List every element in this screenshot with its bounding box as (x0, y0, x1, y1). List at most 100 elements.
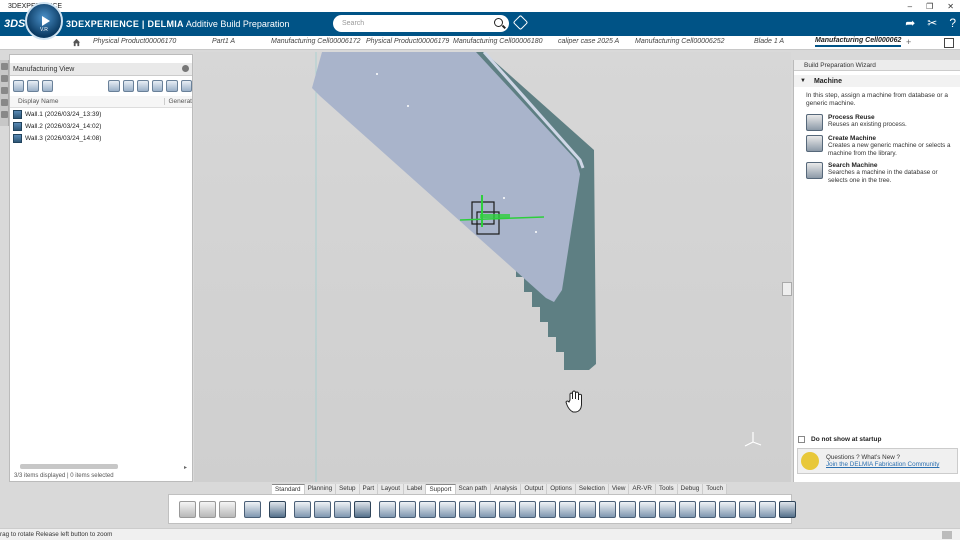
export-icon[interactable] (180, 80, 192, 92)
column-display-name[interactable]: Display Name (10, 98, 165, 105)
support-lattice-icon[interactable] (519, 500, 536, 518)
tab-blade[interactable]: Blade 1 A (754, 38, 784, 45)
cmd-tab-standard[interactable]: Standard (272, 484, 305, 494)
cmd-tab-selection[interactable]: Selection (575, 484, 609, 494)
support-bar-icon[interactable] (539, 500, 556, 518)
tab-manufacturing-cell-active[interactable]: Manufacturing Cell000062 (815, 37, 902, 47)
support-block-icon[interactable] (399, 500, 416, 518)
render-icon[interactable] (314, 500, 331, 518)
support-thickness-icon[interactable] (739, 500, 756, 518)
support-analysis-icon[interactable] (759, 500, 776, 518)
strip-tool-icon[interactable] (1, 75, 8, 82)
support-contour-icon[interactable] (499, 500, 516, 518)
tab-manufacturing-cell-6172[interactable]: Manufacturing Cell00006172 (271, 38, 361, 45)
strip-tool-icon[interactable] (1, 111, 8, 118)
copy-icon[interactable] (199, 500, 216, 518)
cmd-tab-output[interactable]: Output (521, 484, 548, 494)
cmd-tab-scan-path[interactable]: Scan path (455, 484, 491, 494)
settings-icon[interactable] (41, 80, 54, 92)
support-mesh-icon[interactable] (679, 500, 696, 518)
panel-toggle-icon[interactable] (782, 282, 792, 296)
cmd-tab-ar-vr[interactable]: AR-VR (629, 484, 656, 494)
strip-tool-icon[interactable] (1, 99, 8, 106)
strip-tool-icon[interactable] (1, 63, 8, 70)
wizard-section-machine[interactable]: ▼ Machine (794, 75, 960, 87)
close-icon[interactable]: ✕ (947, 2, 954, 11)
help-icon[interactable]: ? (949, 16, 956, 30)
minimize-icon[interactable]: – (908, 2, 912, 11)
cmd-tab-analysis[interactable]: Analysis (490, 484, 522, 494)
add-tab-icon[interactable]: + (906, 37, 911, 47)
properties-icon[interactable] (354, 500, 371, 518)
cmd-tab-planning[interactable]: Planning (304, 484, 337, 494)
cmd-tab-setup[interactable]: Setup (336, 484, 360, 494)
filter-icon[interactable] (137, 80, 149, 92)
cmd-tab-options[interactable]: Options (547, 484, 576, 494)
fullscreen-icon[interactable] (944, 38, 954, 48)
cut-icon[interactable] (179, 500, 196, 518)
list-item[interactable]: Wall.2 (2026/03/24_14:02) (10, 120, 192, 132)
create-machine-option[interactable]: Create Machine Creates a new generic mach… (806, 135, 952, 158)
support-grid-icon[interactable] (599, 500, 616, 518)
support-cone-icon[interactable] (439, 500, 456, 518)
support-icon[interactable] (379, 500, 396, 518)
gear-icon[interactable] (166, 80, 178, 92)
checkbox-icon[interactable] (798, 436, 805, 443)
view-icon[interactable] (294, 500, 311, 518)
search-icon[interactable] (494, 18, 503, 27)
support-line-icon[interactable] (419, 500, 436, 518)
community-link[interactable]: Join the DELMIA Fabrication Community (826, 461, 939, 468)
tab-manufacturing-cell-6180[interactable]: Manufacturing Cell00006180 (453, 38, 543, 45)
cmd-tab-label[interactable]: Label (404, 484, 427, 494)
dont-show-checkbox[interactable]: Do not show at startup (798, 436, 881, 443)
tag-icon[interactable] (512, 14, 529, 31)
cmd-tab-part[interactable]: Part (359, 484, 379, 494)
table-icon[interactable] (27, 80, 39, 92)
paste-icon[interactable] (219, 500, 236, 518)
zoom-icon[interactable] (269, 500, 286, 518)
home-icon[interactable] (72, 38, 81, 47)
expand-icon[interactable] (151, 80, 164, 92)
support-check-icon[interactable] (719, 500, 736, 518)
horizontal-scrollbar[interactable] (20, 464, 118, 469)
support-copy-icon[interactable] (659, 500, 676, 518)
process-reuse-option[interactable]: Process Reuse Reuses an existing process. (806, 114, 952, 131)
search-icon[interactable] (122, 80, 135, 92)
support-volume-icon[interactable] (459, 500, 476, 518)
list-item[interactable]: Wall.3 (2026/03/24_14:08) (10, 132, 192, 144)
tab-physical-product-6179[interactable]: Physical Product00006179 (366, 38, 449, 45)
support-angle-icon[interactable] (699, 500, 716, 518)
column-generated[interactable]: Generat (165, 98, 193, 105)
tree-icon[interactable] (13, 80, 25, 92)
compass-icon[interactable]: V.R (25, 2, 63, 40)
cmd-tab-view[interactable]: View (608, 484, 630, 494)
scroll-right-icon[interactable]: ▸ (184, 464, 187, 471)
restore-icon[interactable]: ❐ (926, 2, 933, 11)
tools-icon[interactable]: ✂ (927, 16, 937, 30)
cmd-tab-support[interactable]: Support (426, 484, 456, 494)
support-frame-icon[interactable] (639, 500, 656, 518)
cmd-tab-debug[interactable]: Debug (677, 484, 704, 494)
search-field[interactable]: Search (333, 15, 509, 32)
3d-viewport[interactable] (194, 52, 791, 482)
share-icon[interactable]: ➦ (905, 16, 915, 30)
support-cube-icon[interactable] (579, 500, 596, 518)
list-item[interactable]: Wall.1 (2026/03/24_13:39) (10, 108, 192, 120)
strip-tool-icon[interactable] (1, 87, 8, 94)
search-machine-option[interactable]: Search Machine Searches a machine in the … (806, 162, 952, 185)
support-tree-icon[interactable] (559, 500, 576, 518)
gear-icon[interactable] (182, 65, 189, 72)
tab-physical-product-6170[interactable]: Physical Product00006170 (93, 38, 176, 45)
list-icon[interactable] (108, 80, 120, 92)
undo-icon[interactable] (244, 500, 261, 518)
tab-caliper-case[interactable]: caliper case 2025 A (558, 38, 619, 45)
cmd-tab-touch[interactable]: Touch (703, 484, 728, 494)
cmd-tab-layout[interactable]: Layout (378, 484, 405, 494)
support-pin-icon[interactable] (619, 500, 636, 518)
tab-manufacturing-cell-6252[interactable]: Manufacturing Cell00006252 (635, 38, 725, 45)
section-icon[interactable] (334, 500, 351, 518)
support-wall-icon[interactable] (479, 500, 496, 518)
cmd-tab-tools[interactable]: Tools (655, 484, 678, 494)
tab-part1[interactable]: Part1 A (212, 38, 235, 45)
support-tool-icon[interactable] (779, 500, 796, 518)
